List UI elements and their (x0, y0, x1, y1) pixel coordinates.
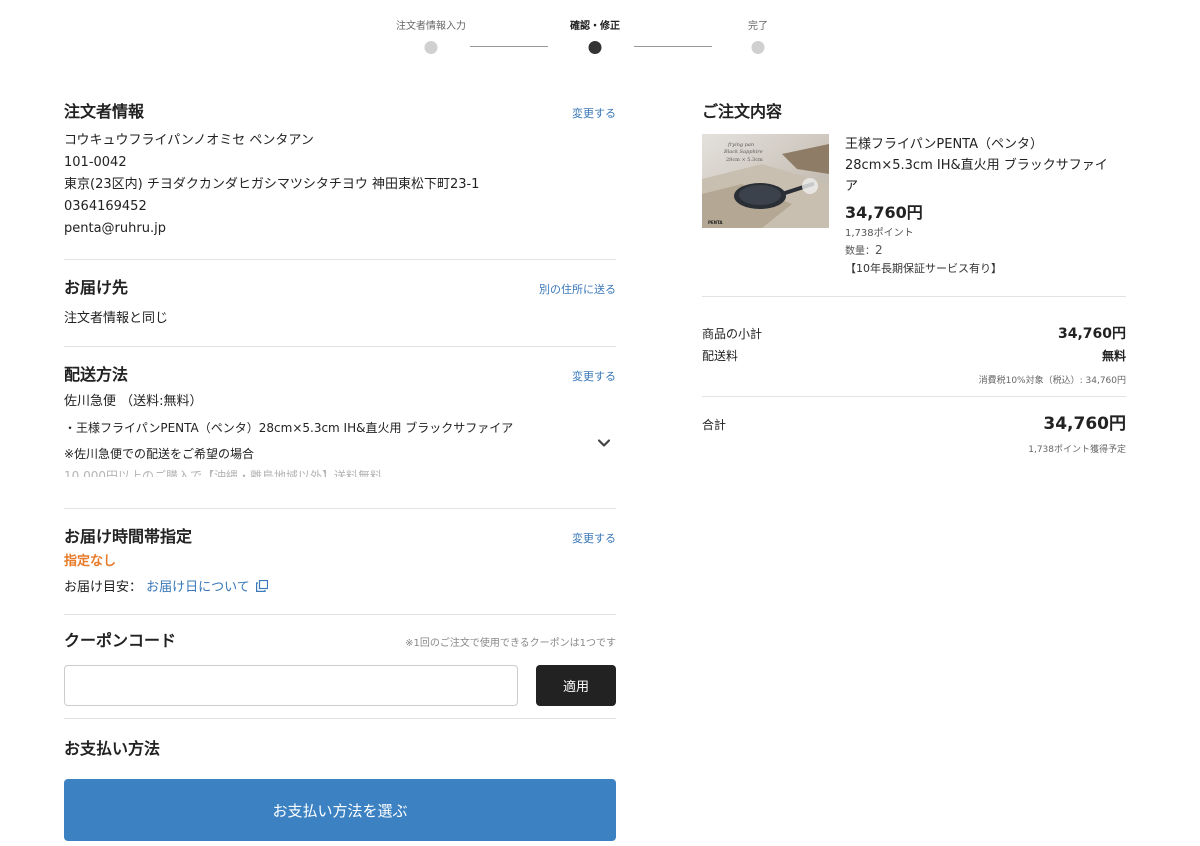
product-name-line-2: 28cm×5.3cm IH&直火用 ブラックサファイ (845, 158, 1108, 173)
subtotal-value: 34,760円 (1057, 326, 1126, 342)
order-summary-title: ご注文内容 (702, 102, 783, 121)
payment-title: お支払い方法 (64, 739, 161, 758)
shipping-note-faded: 10,000円以上のご購入で【沖縄・離島地域以外】送料無料 (64, 469, 382, 477)
orderer-address: 東京(23区内) チヨダクカンダヒガシマツシタチヨウ 神田東松下町23-1 (64, 177, 480, 192)
chevron-down-icon[interactable] (598, 437, 610, 449)
delivery-time-value: 指定なし (64, 554, 117, 569)
shipping-method-section: 配送方法 変更する 佐川急便 （送料:無料） ・王様フライパンPENTA（ペンタ… (64, 347, 616, 509)
step-2-label: 確認・修正 (570, 21, 620, 32)
delivery-time-title: お届け時間帯指定 (64, 527, 193, 546)
shipping-item-line: ・王様フライパンPENTA（ペンタ）28cm×5.3cm IH&直火用 ブラック… (64, 421, 514, 435)
product-option: 【10年長期保証サービス有り】 (845, 262, 1002, 275)
step-connector-1 (470, 46, 548, 47)
orderer-postal: 101-0042 (64, 155, 127, 170)
shipping-fee-value: 無料 (1101, 349, 1126, 363)
step-2-dot (588, 41, 602, 54)
thumb-text-2: Black Sapphire (723, 149, 763, 155)
external-window-icon (255, 579, 269, 592)
destination-title: お届け先 (64, 278, 129, 297)
total-label: 合計 (702, 418, 727, 432)
shipping-carrier: 佐川急便 （送料:無料） (64, 394, 203, 409)
coupon-section: クーポンコード ※1回のご注文で使用できるクーポンは1つです 適用 (64, 615, 616, 719)
product-name-line-1: 王様フライパンPENTA（ペンタ） (845, 137, 1043, 152)
product-quantity: 数量：2 (845, 242, 1108, 260)
shipping-title: 配送方法 (64, 365, 129, 384)
thumb-text-1: frying pan (727, 142, 754, 148)
delivery-time-change-link[interactable]: 変更する (572, 530, 616, 546)
progress-stepper: 注文者情報入力 確認・修正 完了 (0, 0, 1200, 70)
step-3-label: 完了 (748, 21, 768, 32)
shipping-fee-label: 配送料 (702, 349, 739, 363)
step-3-dot (751, 41, 765, 54)
coupon-input[interactable] (64, 665, 518, 706)
orderer-title: 注文者情報 (64, 102, 145, 121)
orderer-email: penta@ruhru.jp (64, 221, 166, 236)
coupon-title: クーポンコード (64, 631, 177, 650)
step-1-dot (424, 41, 438, 54)
shipping-note: ※佐川急便での配送をご希望の場合 (64, 447, 255, 461)
orderer-phone: 0364169452 (64, 199, 147, 214)
delivery-date-info-link[interactable]: お届け日について (146, 579, 269, 595)
quantity-value: 2 (875, 243, 883, 257)
payment-section: お支払い方法 お支払い方法を選ぶ (64, 719, 616, 841)
order-item: frying pan Black Sapphire 28cm × 5.3cm P… (702, 134, 1126, 297)
total-value: 34,760円 (1043, 414, 1126, 434)
step-1-label: 注文者情報入力 (396, 21, 466, 32)
delivery-date-info-text: お届け日について (146, 580, 250, 595)
orderer-change-link[interactable]: 変更する (572, 105, 616, 121)
destination-section: お届け先 別の住所に送る 注文者情報と同じ (64, 260, 616, 347)
delivery-eta-label: お届け目安： (64, 580, 143, 595)
price-breakdown: 商品の小計 34,760円 配送料 無料 消費税10%対象（税込）: 34,76… (702, 297, 1126, 397)
destination-value: 注文者情報と同じ (64, 311, 169, 326)
orderer-name: コウキュウフライパンノオミセ ペンタアン (64, 133, 314, 148)
delivery-time-section: お届け時間帯指定 変更する 指定なし お届け目安： お届け日について (64, 509, 616, 615)
checkout-form: 注文者情報 変更する コウキュウフライパンノオミセ ペンタアン 101-0042… (64, 92, 616, 841)
choose-payment-button[interactable]: お支払い方法を選ぶ (64, 779, 616, 841)
step-connector-2 (634, 46, 712, 47)
points-earned: 1,738ポイント獲得予定 (1028, 445, 1126, 455)
frying-pan-image: frying pan Black Sapphire 28cm × 5.3cm P… (702, 134, 829, 228)
order-total: 合計 34,760円 1,738ポイント獲得予定 (702, 397, 1126, 455)
subtotal-label: 商品の小計 (702, 327, 763, 341)
apply-coupon-button[interactable]: 適用 (536, 665, 616, 706)
orderer-section: 注文者情報 変更する コウキュウフライパンノオミセ ペンタアン 101-0042… (64, 92, 616, 260)
product-price: 34,760円 (845, 203, 923, 222)
coupon-note: ※1回のご注文で使用できるクーポンは1つです (405, 638, 616, 649)
ship-to-other-address-link[interactable]: 別の住所に送る (539, 281, 616, 297)
product-name-line-3: ア (845, 179, 859, 194)
shipping-change-link[interactable]: 変更する (572, 368, 616, 384)
thumb-logo: PENTA (708, 220, 723, 225)
order-summary: ご注文内容 frying pan Black Sapphire 28cm × 5… (702, 92, 1126, 455)
tax-note: 消費税10%対象（税込）: 34,760円 (978, 376, 1126, 386)
product-thumbnail: frying pan Black Sapphire 28cm × 5.3cm P… (702, 134, 829, 228)
product-points: 1,738ポイント (845, 228, 914, 239)
thumb-text-3: 28cm × 5.3cm (726, 157, 763, 163)
quantity-label: 数量： (845, 246, 875, 257)
delivery-eta: お届け目安： お届け日について (64, 577, 616, 599)
